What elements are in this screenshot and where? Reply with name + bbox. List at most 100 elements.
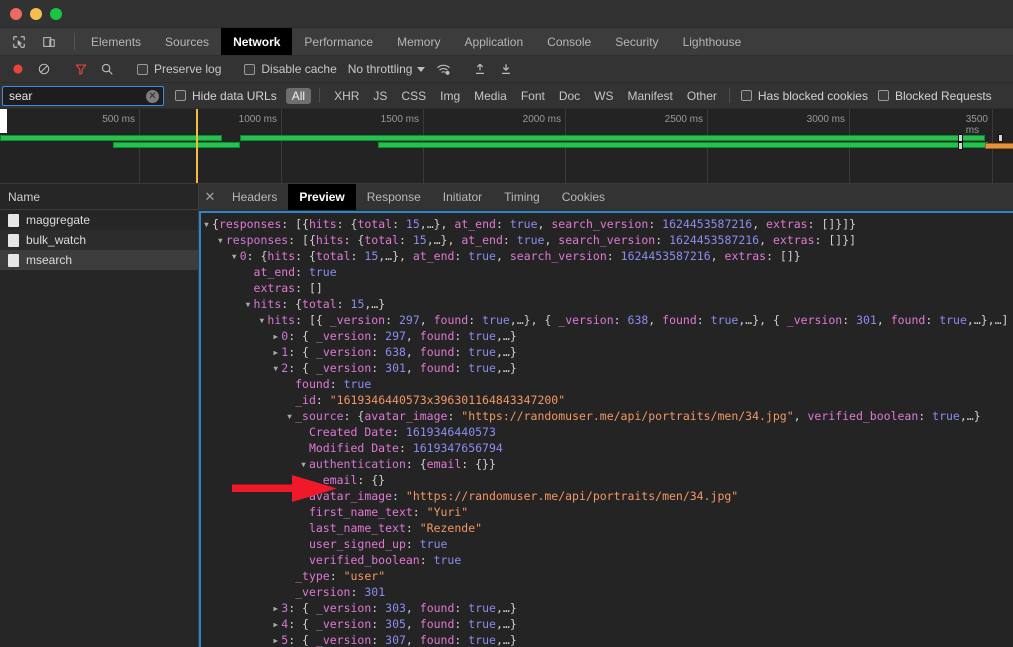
tab-sources[interactable]: Sources <box>153 28 221 55</box>
filter-search-box[interactable]: ✕ <box>2 86 164 106</box>
list-item[interactable]: maggregate <box>0 210 198 230</box>
filter-type-media[interactable]: Media <box>468 88 513 104</box>
blocked-requests-checkbox[interactable]: Blocked Requests <box>873 89 997 103</box>
window-close-button[interactable] <box>10 8 22 20</box>
tab-console[interactable]: Console <box>535 28 603 55</box>
filter-type-other[interactable]: Other <box>681 88 723 104</box>
tab-performance[interactable]: Performance <box>292 28 385 55</box>
json-tree-row[interactable]: 0: {hits: {total: 15,…}, at_end: true, s… <box>203 248 1013 264</box>
detail-tab-cookies[interactable]: Cookies <box>551 184 616 210</box>
json-tree-row[interactable]: responses: [{hits: {total: 15,…}, at_end… <box>203 232 1013 248</box>
search-icon[interactable] <box>95 58 119 80</box>
json-tree-row[interactable]: verified_boolean: true <box>203 552 1013 568</box>
triangle-expanded-icon[interactable] <box>245 296 254 312</box>
tab-elements[interactable]: Elements <box>79 28 153 55</box>
clear-filter-icon[interactable]: ✕ <box>146 90 159 103</box>
throttling-select[interactable]: No throttling <box>344 62 430 76</box>
json-tree-row[interactable]: user_signed_up: true <box>203 536 1013 552</box>
triangle-collapsed-icon[interactable] <box>272 616 281 632</box>
filter-type-all[interactable]: All <box>286 88 311 104</box>
json-tree-row[interactable]: _type: "user" <box>203 568 1013 584</box>
tab-lighthouse[interactable]: Lighthouse <box>671 28 754 55</box>
triangle-collapsed-icon[interactable] <box>272 632 281 647</box>
json-tree-row[interactable]: 5: { _version: 307, found: true,…} <box>203 632 1013 647</box>
network-overview-timeline[interactable]: 500 ms1000 ms1500 ms2000 ms2500 ms3000 m… <box>0 109 1013 184</box>
json-tree-row[interactable]: authentication: {email: {}} <box>203 456 1013 472</box>
record-icon[interactable] <box>6 58 30 80</box>
json-tree-row[interactable]: found: true <box>203 376 1013 392</box>
json-tree-row[interactable]: 4: { _version: 305, found: true,…} <box>203 616 1013 632</box>
tab-memory[interactable]: Memory <box>385 28 452 55</box>
json-tree-row[interactable]: at_end: true <box>203 264 1013 280</box>
triangle-collapsed-icon[interactable] <box>272 344 281 360</box>
json-tree-row[interactable]: first_name_text: "Yuri" <box>203 504 1013 520</box>
close-icon[interactable]: ✕ <box>199 184 221 210</box>
json-tree-row[interactable]: {responses: [{hits: {total: 15,…}, at_en… <box>203 216 1013 232</box>
tab-application[interactable]: Application <box>452 28 535 55</box>
json-tree-row[interactable]: 0: { _version: 297, found: true,…} <box>203 328 1013 344</box>
inspect-element-icon[interactable] <box>6 30 32 54</box>
json-tree-row[interactable]: Modified Date: 1619347656794 <box>203 440 1013 456</box>
detail-tab-headers[interactable]: Headers <box>221 184 288 210</box>
detail-tab-timing[interactable]: Timing <box>493 184 551 210</box>
json-tree-row[interactable]: email: {} <box>203 472 1013 488</box>
has-blocked-cookies-checkbox[interactable]: Has blocked cookies <box>736 89 873 103</box>
filter-type-manifest[interactable]: Manifest <box>622 88 679 104</box>
triangle-expanded-icon[interactable] <box>217 232 226 248</box>
detail-tab-preview[interactable]: Preview <box>288 184 355 210</box>
list-item[interactable]: msearch <box>0 250 198 270</box>
triangle-expanded-icon[interactable] <box>272 360 281 376</box>
tab-network[interactable]: Network <box>221 28 292 55</box>
json-tree-row[interactable]: hits: [{ _version: 297, found: true,…}, … <box>203 312 1013 328</box>
json-boolean-value: true <box>420 537 448 551</box>
triangle-collapsed-icon[interactable] <box>272 328 281 344</box>
triangle-expanded-icon[interactable] <box>231 248 240 264</box>
triangle-expanded-icon[interactable] <box>286 408 295 424</box>
window-zoom-button[interactable] <box>50 8 62 20</box>
json-tree-row[interactable]: extras: [] <box>203 280 1013 296</box>
preserve-log-checkbox[interactable]: Preserve log <box>132 62 226 76</box>
export-har-icon[interactable] <box>494 58 518 80</box>
device-toolbar-icon[interactable] <box>36 30 62 54</box>
window-minimize-button[interactable] <box>30 8 42 20</box>
filter-divider <box>319 88 320 103</box>
filter-type-css[interactable]: CSS <box>395 88 432 104</box>
json-tree-row[interactable]: Created Date: 1619346440573 <box>203 424 1013 440</box>
tab-security[interactable]: Security <box>603 28 670 55</box>
filter-type-doc[interactable]: Doc <box>553 88 586 104</box>
triangle-expanded-icon[interactable] <box>203 216 212 232</box>
json-tree-row[interactable]: 1: { _version: 638, found: true,…} <box>203 344 1013 360</box>
json-tree-row[interactable]: 3: { _version: 303, found: true,…} <box>203 600 1013 616</box>
filter-type-img[interactable]: Img <box>434 88 466 104</box>
filter-type-font[interactable]: Font <box>515 88 551 104</box>
network-conditions-icon[interactable] <box>431 58 455 80</box>
search-input[interactable] <box>9 89 139 103</box>
filter-type-xhr[interactable]: XHR <box>328 88 365 104</box>
hide-data-urls-checkbox[interactable]: Hide data URLs <box>170 89 282 103</box>
detail-tab-response[interactable]: Response <box>356 184 432 210</box>
filter-icon[interactable] <box>69 58 93 80</box>
json-punctuation: ,…} <box>496 345 517 359</box>
json-tree-row[interactable]: _id: "1619346440573x396301164843347200" <box>203 392 1013 408</box>
filter-type-js[interactable]: JS <box>367 88 393 104</box>
triangle-expanded-icon[interactable] <box>300 456 309 472</box>
clear-icon[interactable] <box>32 58 56 80</box>
json-tree-row[interactable]: _version: 301 <box>203 584 1013 600</box>
detail-tab-initiator[interactable]: Initiator <box>432 184 493 210</box>
import-har-icon[interactable] <box>468 58 492 80</box>
disable-cache-checkbox[interactable]: Disable cache <box>239 62 341 76</box>
json-tree-row[interactable]: _source: {avatar_image: "https://randomu… <box>203 408 1013 424</box>
json-tree-row[interactable]: avatar_image: "https://randomuser.me/api… <box>203 488 1013 504</box>
tree-spacer <box>245 264 254 280</box>
json-punctuation: ,…} <box>960 409 981 423</box>
json-key: avatar_image <box>364 409 447 423</box>
json-tree-row[interactable]: hits: {total: 15,…} <box>203 296 1013 312</box>
toolbar-divider <box>74 33 75 50</box>
filter-type-ws[interactable]: WS <box>588 88 619 104</box>
triangle-collapsed-icon[interactable] <box>272 600 281 616</box>
preview-json-tree[interactable]: {responses: [{hits: {total: 15,…}, at_en… <box>199 211 1013 647</box>
json-tree-row[interactable]: 2: { _version: 301, found: true,…} <box>203 360 1013 376</box>
json-tree-row[interactable]: last_name_text: "Rezende" <box>203 520 1013 536</box>
json-punctuation: : <box>454 361 468 375</box>
list-item[interactable]: bulk_watch <box>0 230 198 250</box>
